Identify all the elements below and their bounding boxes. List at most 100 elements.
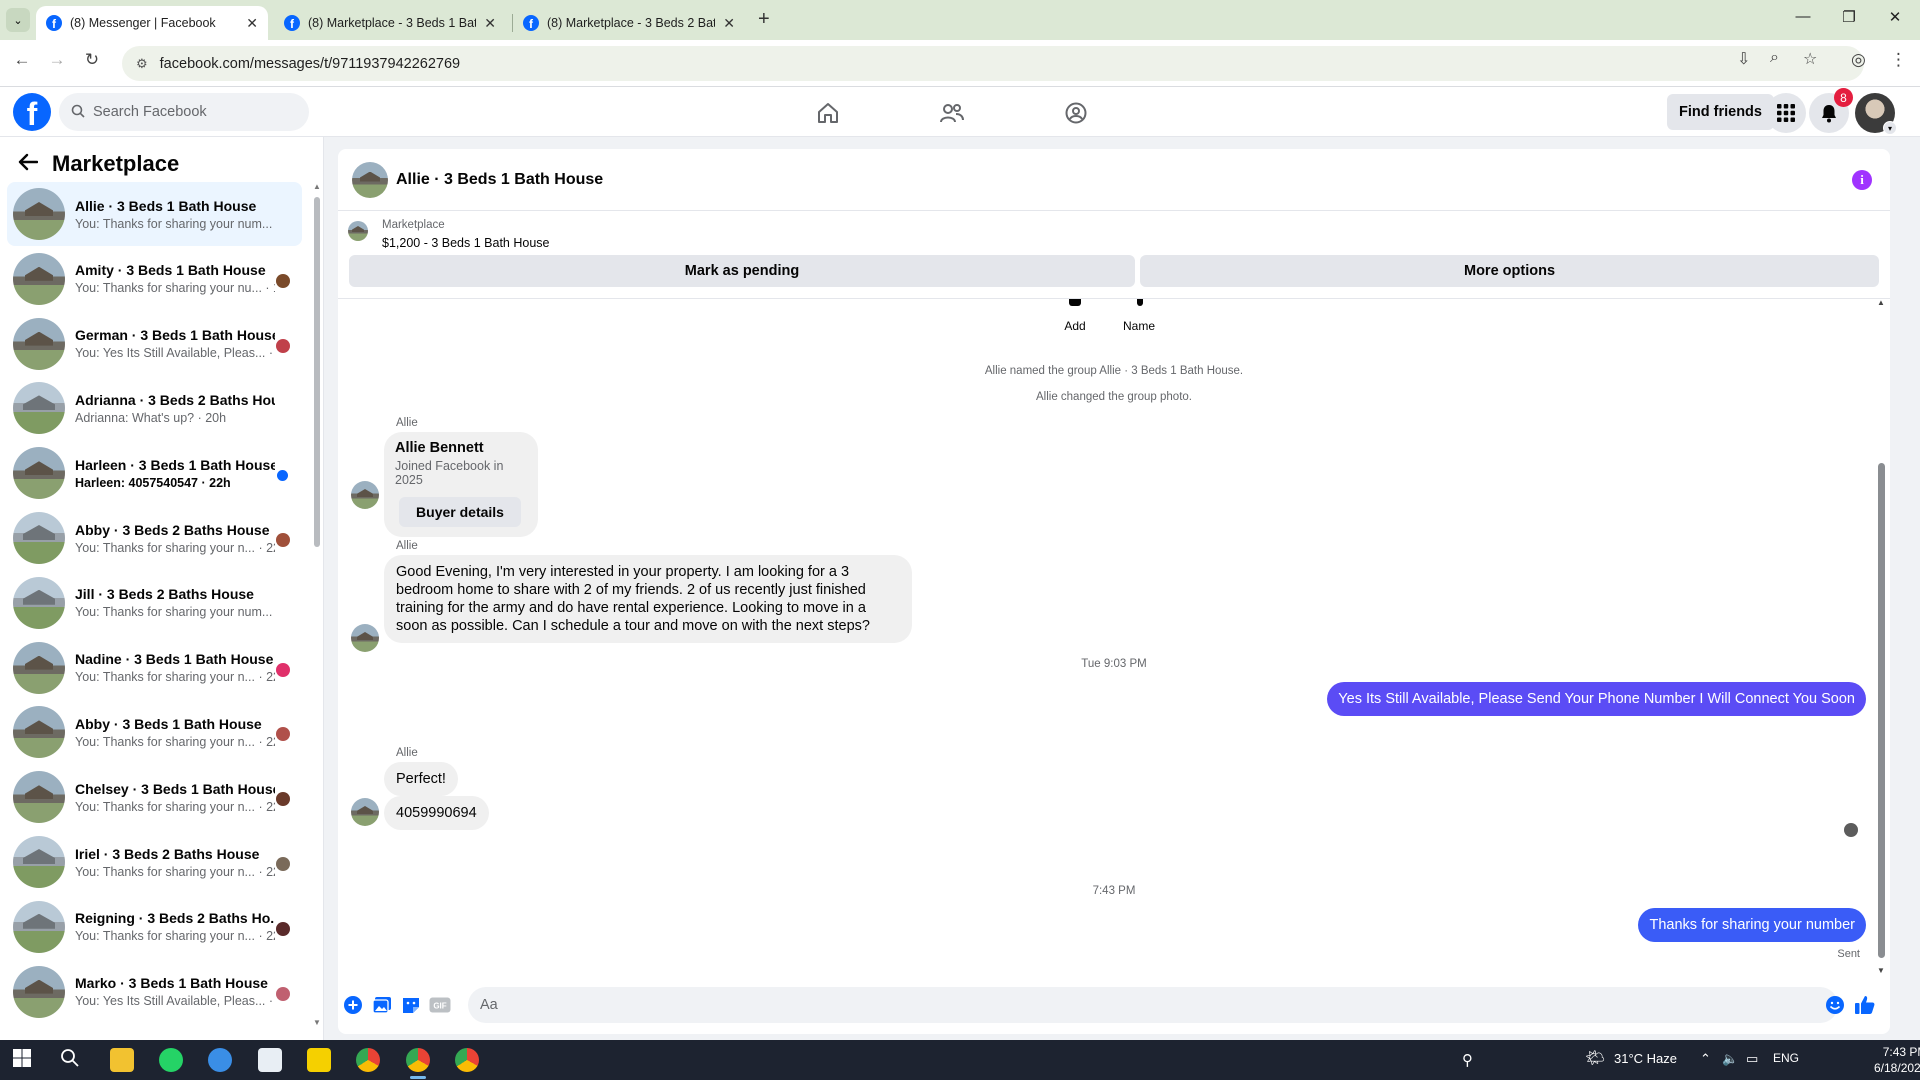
- taskbar-search-icon[interactable]: [60, 1048, 84, 1072]
- tray-overflow-icon[interactable]: ⌃: [1700, 1051, 1711, 1067]
- listing-thumbnail[interactable]: [348, 221, 368, 241]
- forward-icon[interactable]: →: [44, 50, 70, 70]
- conversation-item[interactable]: Reigning · 3 Beds 2 Baths Ho... You: Than…: [7, 895, 302, 959]
- zoom-icon[interactable]: ⌕: [1770, 49, 1779, 67]
- conversation-item[interactable]: Iriel · 3 Beds 2 Baths House You: Thanks …: [7, 830, 302, 894]
- incoming-message[interactable]: 4059990694: [384, 796, 489, 830]
- scroll-up-icon[interactable]: ▲: [313, 182, 321, 191]
- bookmark-star-icon[interactable]: ☆: [1803, 49, 1817, 69]
- mark-as-pending-button[interactable]: Mark as pending: [349, 255, 1135, 287]
- sender-avatar[interactable]: [351, 481, 379, 509]
- thumbs-up-icon[interactable]: [1854, 994, 1876, 1016]
- whatsapp-icon[interactable]: [159, 1048, 183, 1072]
- taskbar-clock[interactable]: 7:43 PM 6/18/2025: [1874, 1044, 1920, 1076]
- file-explorer-icon[interactable]: [110, 1048, 134, 1072]
- message-input[interactable]: [480, 997, 1780, 1013]
- conversation-item[interactable]: Jill · 3 Beds 2 Baths House You: Thanks f…: [7, 571, 302, 635]
- chat-scrollbar[interactable]: ▲ ▼: [1876, 298, 1886, 976]
- profile-icon[interactable]: ◎: [1851, 50, 1866, 70]
- conversation-item[interactable]: Marko · 3 Beds 1 Bath House You: Yes Its …: [7, 960, 302, 1024]
- outgoing-message[interactable]: Yes Its Still Available, Please Send You…: [1327, 682, 1866, 716]
- windows-start-icon[interactable]: [12, 1048, 36, 1072]
- plus-circle-icon[interactable]: [342, 994, 364, 1016]
- people-search-icon[interactable]: ⚲: [1462, 1051, 1473, 1069]
- weather-text[interactable]: 31°C Haze: [1614, 1051, 1677, 1066]
- outgoing-message[interactable]: Thanks for sharing your number: [1638, 908, 1866, 942]
- notifications-button[interactable]: 8: [1809, 88, 1853, 133]
- chrome-icon[interactable]: [356, 1048, 380, 1072]
- conversation-item[interactable]: Allie · 3 Beds 1 Bath House You: Thanks f…: [7, 182, 302, 246]
- groups-nav-icon[interactable]: [1056, 98, 1096, 128]
- name-group-button[interactable]: Name: [1114, 299, 1164, 333]
- scroll-down-icon[interactable]: ▼: [313, 1018, 321, 1027]
- language-indicator[interactable]: ENG: [1773, 1051, 1799, 1065]
- conversation-item[interactable]: Abby · 3 Beds 2 Baths House You: Thanks f…: [7, 506, 302, 570]
- search-input[interactable]: [93, 104, 283, 120]
- new-tab-button[interactable]: +: [758, 8, 770, 31]
- app-icon[interactable]: [258, 1048, 282, 1072]
- conversation-item[interactable]: German · 3 Beds 1 Bath House You: Yes Its…: [7, 312, 302, 376]
- more-options-button[interactable]: More options: [1140, 255, 1879, 287]
- chat-avatar[interactable]: [352, 161, 388, 198]
- account-avatar[interactable]: ▾: [1855, 93, 1897, 135]
- friends-nav-icon[interactable]: [932, 98, 972, 128]
- browser-menu-icon[interactable]: ⋮: [1890, 50, 1907, 70]
- minimize-button[interactable]: —: [1780, 8, 1826, 25]
- tab-marketplace-2[interactable]: f (8) Marketplace - 3 Beds 2 Bath ✕: [513, 6, 745, 40]
- restore-button[interactable]: ❐: [1826, 8, 1872, 26]
- tab-marketplace-1[interactable]: f (8) Marketplace - 3 Beds 1 Bath ✕: [274, 6, 506, 40]
- sender-avatar[interactable]: [351, 624, 379, 652]
- tab-messenger[interactable]: f (8) Messenger | Facebook ✕: [36, 6, 268, 40]
- conversation-item[interactable]: Chelsey · 3 Beds 1 Bath House You: Thanks…: [7, 765, 302, 829]
- app-icon[interactable]: [208, 1048, 232, 1072]
- speaker-icon[interactable]: 🔈: [1722, 1051, 1738, 1067]
- menu-grid-button[interactable]: [1766, 93, 1806, 133]
- buyer-details-button[interactable]: Buyer details: [399, 497, 521, 527]
- find-friends-button[interactable]: Find friends: [1667, 94, 1774, 130]
- address-bar[interactable]: ⚙ facebook.com/messages/t/97119379422627…: [122, 46, 1864, 81]
- close-window-button[interactable]: ✕: [1872, 8, 1918, 26]
- message-input-box[interactable]: [468, 987, 1838, 1023]
- reload-icon[interactable]: ↻: [79, 50, 105, 70]
- listing-title[interactable]: $1,200 - 3 Beds 1 Bath House: [382, 236, 549, 250]
- conversation-item[interactable]: Harleen · 3 Beds 1 Bath House Harleen: 40…: [7, 441, 302, 505]
- scrollbar-thumb[interactable]: [1878, 463, 1885, 958]
- facebook-search-box[interactable]: [59, 93, 309, 131]
- add-people-button[interactable]: Add: [1050, 299, 1100, 333]
- chrome-icon[interactable]: [406, 1048, 430, 1072]
- conversation-item[interactable]: Amity · 3 Beds 1 Bath House You: Thanks f…: [7, 247, 302, 311]
- conversation-item[interactable]: Nadine · 3 Beds 1 Bath House You: Thanks …: [7, 636, 302, 700]
- close-tab-icon[interactable]: ✕: [484, 15, 496, 32]
- incoming-message[interactable]: Good Evening, I'm very interested in you…: [384, 555, 912, 643]
- chat-title[interactable]: Allie · 3 Beds 1 Bath House: [396, 171, 603, 189]
- sticky-notes-icon[interactable]: [307, 1048, 331, 1072]
- back-arrow-icon[interactable]: [18, 151, 39, 177]
- install-app-icon[interactable]: ⇩: [1737, 49, 1750, 69]
- scroll-down-icon[interactable]: ▼: [1877, 966, 1885, 975]
- chrome-icon[interactable]: [455, 1048, 479, 1072]
- listing-thumbnail: [13, 382, 65, 435]
- conversation-item[interactable]: Abby · 3 Beds 1 Bath House You: Thanks fo…: [7, 700, 302, 764]
- home-nav-icon[interactable]: [808, 98, 848, 128]
- sender-avatar[interactable]: [351, 798, 379, 826]
- close-tab-icon[interactable]: ✕: [246, 15, 258, 32]
- conversation-item[interactable]: Adrianna · 3 Beds 2 Baths House Adrianna:…: [7, 376, 302, 440]
- scrollbar-thumb[interactable]: [314, 197, 320, 547]
- emoji-icon[interactable]: [1824, 994, 1846, 1016]
- scroll-up-icon[interactable]: ▲: [1877, 298, 1885, 307]
- facebook-logo-icon[interactable]: f: [13, 93, 51, 131]
- close-tab-icon[interactable]: ✕: [723, 15, 735, 32]
- sidebar-scrollbar[interactable]: ▲ ▼: [313, 182, 321, 1027]
- network-icon[interactable]: ▭: [1746, 1051, 1758, 1067]
- gif-icon[interactable]: GIF: [429, 994, 451, 1016]
- back-icon[interactable]: ←: [9, 50, 35, 70]
- sidebar-header: Marketplace: [18, 151, 179, 177]
- tab-search-button[interactable]: ⌄: [6, 8, 30, 32]
- site-info-icon[interactable]: ⚙: [136, 56, 148, 72]
- info-icon[interactable]: i: [1852, 170, 1872, 190]
- incoming-message[interactable]: Perfect!: [384, 762, 458, 796]
- weather-icon[interactable]: 🌤: [1585, 1048, 1605, 1068]
- listing-thumbnail: [13, 512, 65, 564]
- photo-icon[interactable]: [371, 994, 393, 1016]
- sticker-icon[interactable]: [400, 994, 422, 1016]
